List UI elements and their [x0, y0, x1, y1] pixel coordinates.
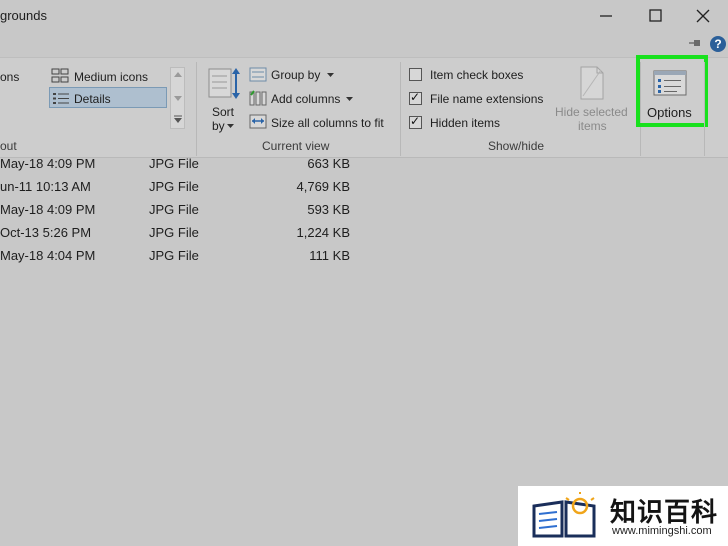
file-date: un-11 10:13 AM — [0, 179, 91, 194]
hide-selected-items-icon — [580, 66, 604, 100]
layout-medium-icons[interactable]: Medium icons — [74, 70, 148, 84]
layout-item-icons-partial[interactable]: ons — [0, 70, 19, 84]
file-type: JPG File — [149, 202, 199, 217]
layout-section-label: out — [0, 139, 17, 153]
file-size: 593 KB — [307, 202, 350, 217]
file-name-extensions-label[interactable]: File name extensions — [430, 92, 543, 106]
item-check-boxes-checkbox[interactable] — [409, 68, 422, 81]
sort-dropdown-icon[interactable] — [227, 124, 234, 128]
hidden-items-checkbox[interactable] — [409, 114, 422, 129]
file-size: 111 KB — [309, 248, 350, 263]
size-all-columns-icon — [249, 114, 267, 129]
layout-details[interactable]: Details — [74, 92, 111, 106]
size-all-columns-button[interactable]: Size all columns to fit — [271, 116, 384, 130]
add-columns-button[interactable]: Add columns — [271, 92, 340, 106]
scroll-up-icon[interactable] — [174, 72, 182, 77]
file-size: 663 KB — [307, 156, 350, 171]
hidden-items-label[interactable]: Hidden items — [430, 116, 500, 130]
close-icon[interactable] — [690, 6, 716, 26]
help-icon[interactable]: ? — [710, 36, 726, 52]
file-type: JPG File — [149, 248, 199, 263]
expand-gallery-icon[interactable] — [174, 115, 182, 123]
ribbon-divider — [400, 62, 401, 156]
watermark: 知识百科 www.mimingshi.com — [518, 486, 728, 546]
ribbon-divider — [704, 62, 705, 156]
layout-scrollbar[interactable] — [170, 67, 185, 129]
watermark-title: 知识百科 — [610, 497, 719, 527]
hide-selected-line2[interactable]: items — [578, 119, 607, 133]
hide-selected-line1[interactable]: Hide selected — [555, 105, 628, 119]
group-by-icon — [249, 67, 267, 82]
file-name-extensions-checkbox[interactable] — [409, 90, 422, 105]
file-date: May-18 4:04 PM — [0, 248, 96, 263]
scroll-down-icon[interactable] — [174, 96, 182, 101]
window-title: grounds — [0, 8, 47, 23]
file-date: Oct-13 5:26 PM — [0, 225, 92, 240]
title-bar: grounds — [0, 0, 728, 32]
file-type: JPG File — [149, 179, 199, 194]
add-columns-icon — [249, 90, 267, 106]
file-date: May-18 4:09 PM — [0, 202, 96, 217]
add-columns-dropdown-icon[interactable] — [346, 97, 353, 101]
file-size: 4,769 KB — [296, 179, 351, 194]
item-check-boxes-label[interactable]: Item check boxes — [430, 68, 523, 82]
medium-icons-icon — [51, 68, 69, 83]
file-size: 1,224 KB — [296, 225, 351, 240]
sort-by-icon — [208, 68, 240, 99]
pin-icon[interactable] — [688, 37, 702, 49]
maximize-icon[interactable] — [642, 6, 668, 26]
show-hide-section-label: Show/hide — [488, 139, 545, 153]
help-label: ? — [714, 37, 722, 51]
options-button[interactable]: Options — [647, 105, 692, 120]
group-by-button[interactable]: Group by — [271, 68, 320, 82]
sort-label-line2[interactable]: by — [212, 119, 225, 133]
file-type: JPG File — [149, 225, 199, 240]
minimize-icon[interactable] — [593, 6, 619, 26]
ribbon-divider — [196, 62, 197, 156]
options-icon[interactable] — [653, 70, 687, 96]
current-view-section-label: Current view — [262, 139, 330, 153]
group-by-dropdown-icon[interactable] — [327, 73, 334, 77]
details-icon — [53, 93, 69, 104]
file-date: May-18 4:09 PM — [0, 156, 96, 171]
file-type: JPG File — [149, 156, 199, 171]
watermark-logo-icon — [532, 492, 596, 538]
watermark-url: www.mimingshi.com — [612, 525, 712, 537]
sort-label-line1[interactable]: Sort — [212, 105, 234, 119]
